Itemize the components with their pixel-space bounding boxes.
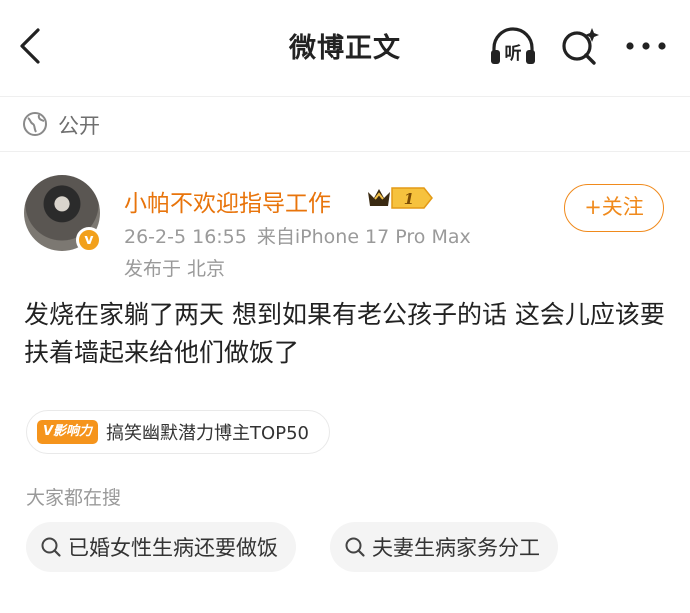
search-icon bbox=[41, 537, 61, 557]
post-location: 发布于 北京 bbox=[124, 258, 226, 280]
visibility-label: 公开 bbox=[58, 114, 100, 138]
vip-crown-icon[interactable]: 1 bbox=[366, 184, 434, 212]
post-time: 26-2-5 16:55 bbox=[124, 226, 247, 248]
search-chip-label: 夫妻生病家务分工 bbox=[372, 536, 540, 560]
trending-search-heading: 大家都在搜 bbox=[26, 487, 122, 509]
influence-rank-pill[interactable]: V影响力 搞笑幽默潜力博主TOP50 bbox=[26, 410, 330, 454]
search-chip-label: 已婚女性生病还要做饭 bbox=[68, 536, 278, 560]
ai-search-icon[interactable] bbox=[558, 24, 602, 68]
username[interactable]: 小帕不欢迎指导工作 bbox=[124, 184, 331, 218]
post-meta: 26-2-5 16:55 来自iPhone 17 Pro Max bbox=[124, 222, 471, 249]
globe-icon bbox=[23, 112, 47, 136]
post-content: 发烧在家躺了两天 想到如果有老公孩子的话 这会儿应该要扶着墙起来给他们做饭了 bbox=[24, 300, 665, 367]
influence-badge: V影响力 bbox=[37, 420, 99, 444]
listen-headphones-icon[interactable]: 听 bbox=[488, 24, 538, 68]
search-chip[interactable]: 已婚女性生病还要做饭 bbox=[26, 522, 296, 572]
svg-text:听: 听 bbox=[505, 43, 522, 64]
verified-badge: v bbox=[76, 227, 102, 253]
more-options-icon[interactable] bbox=[622, 24, 670, 68]
post-source: 来自iPhone 17 Pro Max bbox=[256, 226, 471, 248]
top-bar: 微博正文 听 bbox=[0, 0, 690, 96]
follow-button[interactable]: +关注 bbox=[564, 184, 664, 232]
influence-rank-text: 搞笑幽默潜力博主TOP50 bbox=[106, 423, 309, 444]
search-chip[interactable]: 夫妻生病家务分工 bbox=[330, 522, 558, 572]
svg-text:1: 1 bbox=[404, 190, 414, 208]
search-icon bbox=[345, 537, 365, 557]
visibility-bar: 公开 bbox=[0, 96, 690, 152]
